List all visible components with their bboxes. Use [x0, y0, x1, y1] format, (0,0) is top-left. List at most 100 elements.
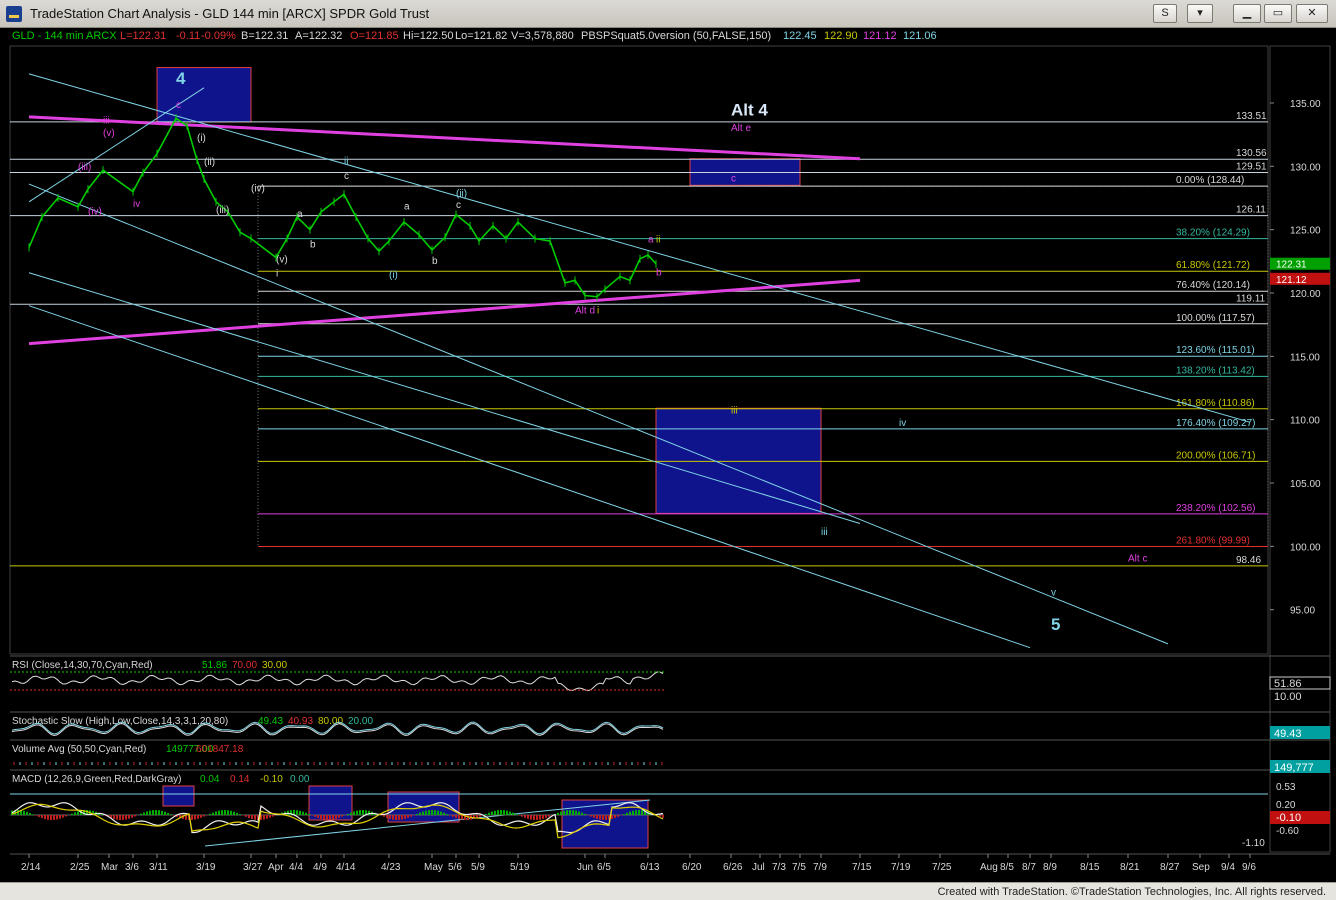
x-tick-label: Mar [101, 862, 119, 873]
wave-label: iii [103, 115, 110, 126]
x-tick-label: 8/9 [1043, 862, 1057, 873]
header-study-value-3: 121.12 [863, 30, 897, 42]
header-volume: V=3,578,880 [511, 30, 574, 42]
wave-label: a [648, 234, 654, 245]
x-tick-label: 9/4 [1221, 862, 1235, 873]
close-button[interactable]: ✕ [1296, 4, 1328, 23]
macd-target-box [162, 785, 195, 807]
wave-label: ii [656, 234, 660, 245]
window-menu-button[interactable]: ▾ [1187, 4, 1213, 23]
wave-label: Alt c [1128, 554, 1147, 565]
x-tick-label: 8/15 [1080, 862, 1100, 873]
x-tick-label: 6/20 [682, 862, 702, 873]
x-tick-label: Apr [268, 862, 284, 873]
footer-credit: Created with TradeStation. ©TradeStation… [937, 886, 1326, 898]
indicator-label: Volume Avg (50,50,Cyan,Red) [12, 744, 146, 755]
fib-level-label: 261.80% (99.99) [1176, 535, 1250, 546]
chart-svg: 133.51 130.56 129.51 126.11 119.11 98.46 0.00%… [9, 45, 1331, 882]
x-tick-label: 4/9 [313, 862, 327, 873]
wave-label: (ii) [204, 157, 215, 168]
x-tick-label: 4/23 [381, 862, 401, 873]
indicator-label: RSI (Close,14,30,70,Cyan,Red) [12, 660, 153, 671]
x-tick-label: Aug [980, 862, 998, 873]
x-tick-label: 7/15 [852, 862, 872, 873]
header-study-value-1: 122.45 [783, 30, 817, 42]
macd-axis-label: 0.20 [1276, 800, 1296, 811]
x-tick-label: 4/4 [289, 862, 303, 873]
header-study-value-4: 121.06 [903, 30, 937, 42]
y-tick-label: 100.00 [1290, 542, 1321, 553]
wave-label: (v) [276, 255, 288, 266]
indicator-value: 51.86 [202, 660, 227, 671]
indicator-value: 70.00 [232, 660, 257, 671]
fib-level-label: 161.80% (110.86) [1176, 398, 1255, 409]
wave-label: 4 [176, 69, 186, 88]
x-tick-label: 6/5 [597, 862, 611, 873]
macd-axis-label: -0.60 [1276, 826, 1299, 837]
header-change: -0.11 [176, 30, 200, 42]
status-bar: Created with TradeStation. ©TradeStation… [0, 882, 1336, 900]
rsi-line [11, 671, 664, 692]
maximize-button[interactable]: ▭ [1264, 4, 1292, 23]
x-tick-label: 3/11 [149, 862, 168, 873]
wave-label: a [297, 209, 303, 220]
wave-label: b [432, 256, 438, 267]
wave-label: (i) [197, 133, 206, 144]
x-tick-label: 2/25 [70, 862, 90, 873]
indicator-value: 601847.18 [196, 744, 244, 755]
y-tick-label: 120.00 [1290, 289, 1321, 300]
wave-label: (iv) [251, 184, 265, 195]
wave-label: i [597, 305, 599, 316]
chart-area[interactable]: 133.51 130.56 129.51 126.11 119.11 98.46 0.00%… [0, 28, 1336, 882]
indicator-value: 0.14 [230, 774, 250, 785]
wave-label: 5 [1051, 615, 1060, 634]
x-tick-label: 8/21 [1120, 862, 1140, 873]
last-price-label: 121.12 [1276, 275, 1307, 286]
fib-level-label: 138.20% (113.42) [1176, 365, 1255, 376]
wave-label: iii [821, 527, 828, 538]
header-low: Lo=121.82 [455, 30, 507, 42]
fib-level-label: 238.20% (102.56) [1176, 503, 1256, 514]
x-tick-label: 8/5 [1000, 862, 1014, 873]
wave-label: (iii) [78, 162, 91, 173]
wave-label: a [404, 201, 410, 212]
x-tick-label: 5/19 [510, 862, 530, 873]
x-tick-label: 5/9 [471, 862, 485, 873]
wave-label: (ii) [456, 189, 467, 200]
last-price-label: 122.31 [1276, 260, 1307, 271]
wave-label: b [656, 267, 662, 278]
x-tick-label: 3/27 [243, 862, 263, 873]
price-level-label: 129.51 [1236, 162, 1267, 173]
wave-label: (iii) [216, 205, 229, 216]
y-tick-label: 110.00 [1290, 416, 1320, 427]
rsi-axis-level: 10.00 [1274, 691, 1302, 703]
x-tick-label: 7/9 [813, 862, 827, 873]
wave-label: Alt e [731, 123, 751, 134]
s-button[interactable]: S [1153, 4, 1177, 23]
y-tick-label: 135.00 [1290, 99, 1321, 110]
price-level-label: 126.11 [1236, 205, 1266, 216]
price-level-label: 133.51 [1236, 111, 1267, 122]
wave-iii-target-box [655, 407, 822, 514]
stochastic-axis-value: 49.43 [1274, 728, 1302, 740]
wave-label: ii [344, 156, 348, 167]
x-tick-label: 3/19 [196, 862, 216, 873]
header-last: L=122.31 [120, 30, 166, 42]
x-tick-label: 2/14 [21, 862, 41, 873]
fib-level-label: 0.00% (128.44) [1176, 175, 1244, 186]
macd-axis-value: -0.10 [1276, 812, 1301, 824]
wave-label: c [456, 200, 461, 211]
y-tick-label: 125.00 [1290, 226, 1321, 237]
wave-label: v [1051, 588, 1056, 599]
header-study: PBSPSquat5.0version (50,FALSE,150) [581, 30, 771, 42]
indicator-value: 0.04 [200, 774, 220, 785]
indicator-value: 0.00 [290, 774, 310, 785]
y-tick-label: 105.00 [1290, 479, 1321, 490]
x-tick-label: Jun [577, 862, 593, 873]
y-tick-label: 130.00 [1290, 162, 1321, 173]
wave-4-box [156, 67, 252, 123]
header-change-pct: -0.09% [201, 30, 236, 42]
indicator-value: 20.00 [348, 716, 373, 727]
minimize-button[interactable]: ▁ [1233, 4, 1261, 23]
volume-axis-value: 149,777 [1274, 762, 1314, 774]
